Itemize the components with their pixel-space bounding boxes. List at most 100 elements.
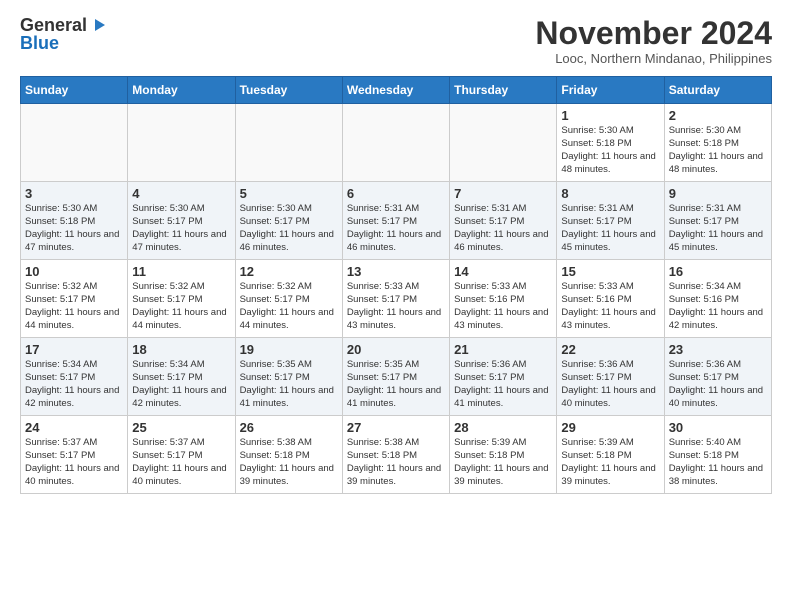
day-info: Sunrise: 5:33 AM Sunset: 5:16 PM Dayligh…: [454, 281, 552, 332]
table-row: 17 Sunrise: 5:34 AM Sunset: 5:17 PM Dayli…: [21, 338, 128, 416]
logo-triangle-icon: [89, 17, 105, 33]
day-info: Sunrise: 5:34 AM Sunset: 5:16 PM Dayligh…: [669, 281, 767, 332]
day-number: 25: [132, 420, 230, 435]
table-row: 30 Sunrise: 5:40 AM Sunset: 5:18 PM Dayli…: [664, 416, 771, 494]
day-number: 9: [669, 186, 767, 201]
table-row: 9 Sunrise: 5:31 AM Sunset: 5:17 PM Daylig…: [664, 182, 771, 260]
logo-blue-text: Blue: [20, 34, 59, 52]
table-row: 10Sunrise: 5:32 AM Sunset: 5:17 PM Dayli…: [21, 260, 128, 338]
header-monday: Monday: [128, 77, 235, 104]
table-row: 7Sunrise: 5:31 AM Sunset: 5:17 PM Daylig…: [450, 182, 557, 260]
table-row: 14 Sunrise: 5:33 AM Sunset: 5:16 PM Dayli…: [450, 260, 557, 338]
location: Looc, Northern Mindanao, Philippines: [535, 51, 772, 66]
day-number: 21: [454, 342, 552, 357]
day-number: 11: [132, 264, 230, 279]
day-info: Sunrise: 5:32 AM Sunset: 5:17 PM Dayligh…: [132, 281, 230, 332]
day-number: 13: [347, 264, 445, 279]
day-number: 24: [25, 420, 123, 435]
day-info: Sunrise: 5:30 AM Sunset: 5:18 PM Dayligh…: [561, 125, 659, 176]
table-row: 4Sunrise: 5:30 AM Sunset: 5:17 PM Daylig…: [128, 182, 235, 260]
header: General Blue November 2024 Looc, Norther…: [20, 16, 772, 66]
day-number: 10: [25, 264, 123, 279]
table-row: 28 Sunrise: 5:39 AM Sunset: 5:18 PM Dayli…: [450, 416, 557, 494]
table-row: [128, 104, 235, 182]
day-number: 14: [454, 264, 552, 279]
day-number: 29: [561, 420, 659, 435]
day-info: Sunrise: 5:30 AM Sunset: 5:18 PM Dayligh…: [25, 203, 123, 254]
header-tuesday: Tuesday: [235, 77, 342, 104]
day-info: Sunrise: 5:32 AM Sunset: 5:17 PM Dayligh…: [240, 281, 338, 332]
day-info: Sunrise: 5:36 AM Sunset: 5:17 PM Dayligh…: [454, 359, 552, 410]
day-info: Sunrise: 5:37 AM Sunset: 5:17 PM Dayligh…: [132, 437, 230, 488]
day-info: Sunrise: 5:33 AM Sunset: 5:16 PM Dayligh…: [561, 281, 659, 332]
table-row: [21, 104, 128, 182]
day-number: 12: [240, 264, 338, 279]
day-info: Sunrise: 5:38 AM Sunset: 5:18 PM Dayligh…: [347, 437, 445, 488]
table-row: 23 Sunrise: 5:36 AM Sunset: 5:17 PM Dayli…: [664, 338, 771, 416]
day-number: 18: [132, 342, 230, 357]
day-number: 16: [669, 264, 767, 279]
table-row: [235, 104, 342, 182]
day-info: Sunrise: 5:40 AM Sunset: 5:18 PM Dayligh…: [669, 437, 767, 488]
day-info: Sunrise: 5:33 AM Sunset: 5:17 PM Dayligh…: [347, 281, 445, 332]
day-number: 4: [132, 186, 230, 201]
calendar-header: Sunday Monday Tuesday Wednesday Thursday…: [21, 77, 772, 104]
day-info: Sunrise: 5:39 AM Sunset: 5:18 PM Dayligh…: [454, 437, 552, 488]
header-thursday: Thursday: [450, 77, 557, 104]
table-row: [450, 104, 557, 182]
day-number: 17: [25, 342, 123, 357]
table-row: 6Sunrise: 5:31 AM Sunset: 5:17 PM Daylig…: [342, 182, 449, 260]
day-number: 7: [454, 186, 552, 201]
day-info: Sunrise: 5:38 AM Sunset: 5:18 PM Dayligh…: [240, 437, 338, 488]
day-number: 30: [669, 420, 767, 435]
table-row: 16 Sunrise: 5:34 AM Sunset: 5:16 PM Dayli…: [664, 260, 771, 338]
day-number: 19: [240, 342, 338, 357]
day-info: Sunrise: 5:35 AM Sunset: 5:17 PM Dayligh…: [347, 359, 445, 410]
table-row: 18 Sunrise: 5:34 AM Sunset: 5:17 PM Dayli…: [128, 338, 235, 416]
day-info: Sunrise: 5:31 AM Sunset: 5:17 PM Dayligh…: [669, 203, 767, 254]
calendar-body: 1 Sunrise: 5:30 AM Sunset: 5:18 PM Daylig…: [21, 104, 772, 494]
table-row: 1 Sunrise: 5:30 AM Sunset: 5:18 PM Daylig…: [557, 104, 664, 182]
table-row: 29 Sunrise: 5:39 AM Sunset: 5:18 PM Dayli…: [557, 416, 664, 494]
table-row: 22 Sunrise: 5:36 AM Sunset: 5:17 PM Dayli…: [557, 338, 664, 416]
header-wednesday: Wednesday: [342, 77, 449, 104]
table-row: 15 Sunrise: 5:33 AM Sunset: 5:16 PM Dayli…: [557, 260, 664, 338]
table-row: 26 Sunrise: 5:38 AM Sunset: 5:18 PM Dayli…: [235, 416, 342, 494]
day-info: Sunrise: 5:39 AM Sunset: 5:18 PM Dayligh…: [561, 437, 659, 488]
day-number: 6: [347, 186, 445, 201]
day-number: 15: [561, 264, 659, 279]
calendar-table: Sunday Monday Tuesday Wednesday Thursday…: [20, 76, 772, 494]
header-sunday: Sunday: [21, 77, 128, 104]
day-info: Sunrise: 5:34 AM Sunset: 5:17 PM Dayligh…: [25, 359, 123, 410]
month-title: November 2024: [535, 16, 772, 51]
page: General Blue November 2024 Looc, Norther…: [0, 0, 792, 504]
day-info: Sunrise: 5:36 AM Sunset: 5:17 PM Dayligh…: [669, 359, 767, 410]
day-number: 27: [347, 420, 445, 435]
table-row: 27 Sunrise: 5:38 AM Sunset: 5:18 PM Dayli…: [342, 416, 449, 494]
day-number: 3: [25, 186, 123, 201]
header-saturday: Saturday: [664, 77, 771, 104]
table-row: 20 Sunrise: 5:35 AM Sunset: 5:17 PM Dayli…: [342, 338, 449, 416]
day-info: Sunrise: 5:34 AM Sunset: 5:17 PM Dayligh…: [132, 359, 230, 410]
table-row: 12 Sunrise: 5:32 AM Sunset: 5:17 PM Dayli…: [235, 260, 342, 338]
table-row: 25 Sunrise: 5:37 AM Sunset: 5:17 PM Dayli…: [128, 416, 235, 494]
table-row: 21 Sunrise: 5:36 AM Sunset: 5:17 PM Dayli…: [450, 338, 557, 416]
day-info: Sunrise: 5:31 AM Sunset: 5:17 PM Dayligh…: [561, 203, 659, 254]
day-number: 23: [669, 342, 767, 357]
table-row: 5 Sunrise: 5:30 AM Sunset: 5:17 PM Daylig…: [235, 182, 342, 260]
day-number: 28: [454, 420, 552, 435]
day-number: 5: [240, 186, 338, 201]
day-info: Sunrise: 5:35 AM Sunset: 5:17 PM Dayligh…: [240, 359, 338, 410]
day-info: Sunrise: 5:37 AM Sunset: 5:17 PM Dayligh…: [25, 437, 123, 488]
header-friday: Friday: [557, 77, 664, 104]
day-number: 26: [240, 420, 338, 435]
day-number: 20: [347, 342, 445, 357]
table-row: [342, 104, 449, 182]
day-number: 22: [561, 342, 659, 357]
day-info: Sunrise: 5:36 AM Sunset: 5:17 PM Dayligh…: [561, 359, 659, 410]
day-number: 1: [561, 108, 659, 123]
table-row: 8Sunrise: 5:31 AM Sunset: 5:17 PM Daylig…: [557, 182, 664, 260]
day-info: Sunrise: 5:30 AM Sunset: 5:17 PM Dayligh…: [240, 203, 338, 254]
table-row: 19 Sunrise: 5:35 AM Sunset: 5:17 PM Dayli…: [235, 338, 342, 416]
table-row: 24 Sunrise: 5:37 AM Sunset: 5:17 PM Dayli…: [21, 416, 128, 494]
